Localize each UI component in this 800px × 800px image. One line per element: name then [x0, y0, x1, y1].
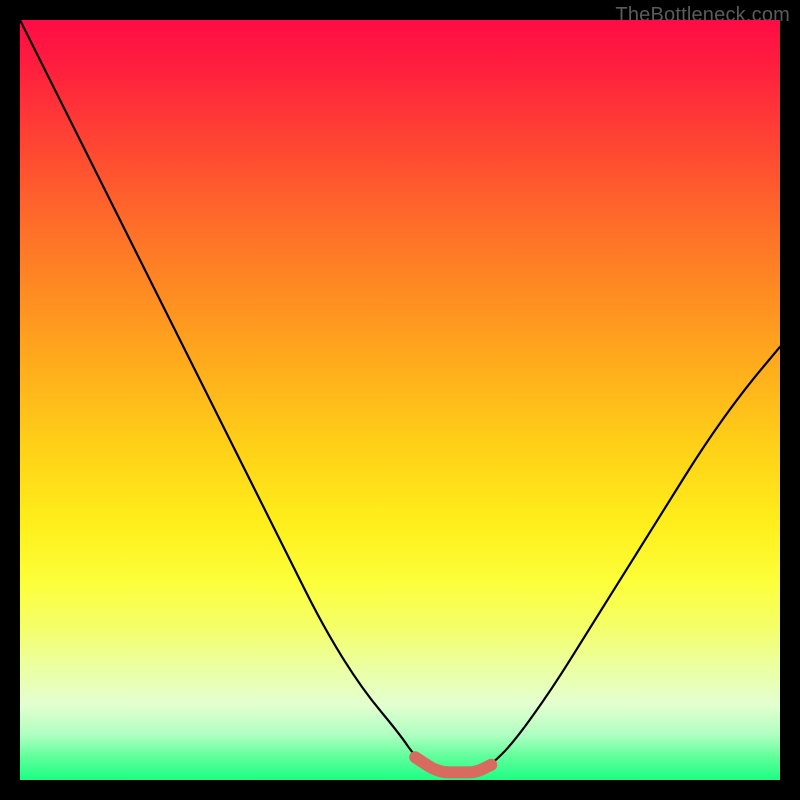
optimal-band-marker — [415, 757, 491, 772]
bottleneck-score-curve — [20, 20, 780, 772]
chart-container: TheBottleneck.com — [0, 0, 800, 800]
plot-area — [20, 20, 780, 780]
curve-svg — [20, 20, 780, 780]
